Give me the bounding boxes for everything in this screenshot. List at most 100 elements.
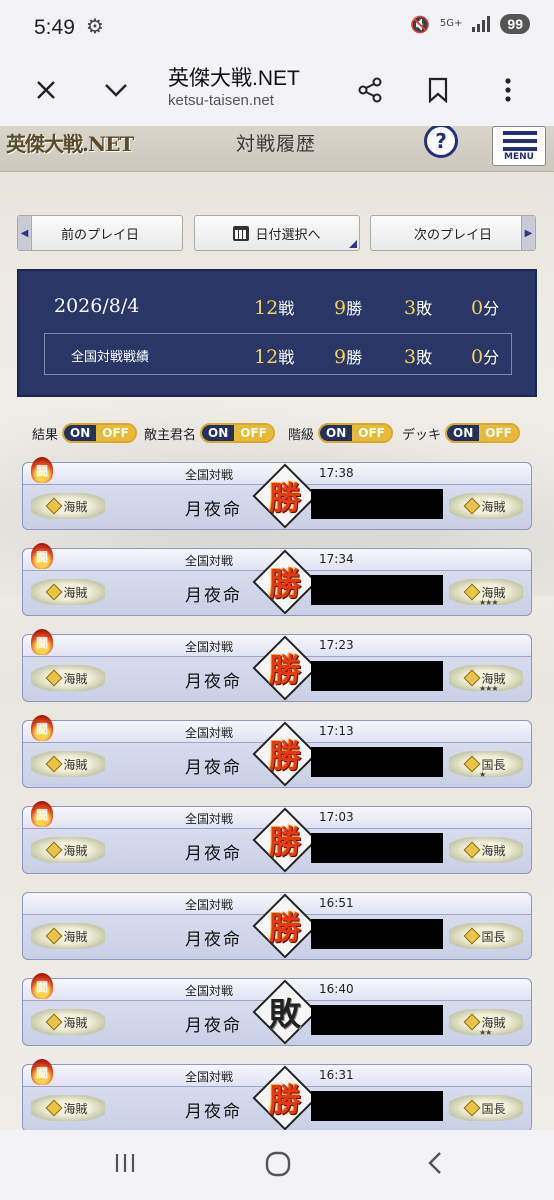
rank-icon — [463, 841, 481, 859]
rank-stars: ★★ — [479, 1028, 492, 1037]
opponent-name-redacted — [311, 919, 443, 949]
match-result: 勝 — [268, 737, 301, 775]
match-card[interactable]: 闘 全国対戦 17:34 海賊 月夜命 勝 海賊 ★★★ — [22, 543, 532, 616]
result-switch[interactable]: ON OFF — [62, 423, 137, 443]
rank-icon — [45, 841, 63, 859]
match-mode: 全国対戦 — [185, 984, 234, 998]
battle-flame-icon: 闘 — [31, 801, 53, 827]
national-record-label: 全国対戦戦績 — [71, 350, 150, 365]
opponent-rank-badge: 国長 ★ — [449, 751, 523, 779]
enemy-lord-switch[interactable]: ON OFF — [200, 423, 275, 443]
player-name: 月夜命 — [185, 1016, 242, 1036]
match-result: 勝 — [268, 1081, 301, 1119]
more-options-icon[interactable] — [488, 70, 528, 110]
my-rank-badge: 海賊 — [31, 579, 105, 605]
opponent-name-redacted — [311, 489, 443, 519]
site-header: 英傑大戦.NET 対戦履歴 ? MENU — [0, 126, 554, 172]
opponent-name-redacted — [311, 747, 443, 777]
opponent-name-redacted — [311, 833, 443, 863]
win-emblem: 勝 — [252, 463, 318, 529]
match-result: 敗 — [268, 995, 301, 1033]
national-losses: 3敗 — [404, 346, 433, 368]
match-card[interactable]: 闘 全国対戦 16:40 海賊 月夜命 敗 海賊 ★★ — [22, 973, 532, 1046]
close-icon[interactable] — [26, 70, 66, 110]
daily-summary-row: 2026/8/4 12戦 9勝 3敗 0分 — [44, 289, 514, 327]
share-icon[interactable] — [350, 70, 390, 110]
match-result: 勝 — [268, 565, 301, 603]
toggle-enemy-lord[interactable]: 敵主君名 ON OFF — [144, 423, 275, 443]
rank-stars: ★★★ — [479, 684, 498, 693]
settings-gear-icon: ⚙ — [86, 14, 104, 38]
chevron-left-icon: ◀ — [18, 216, 32, 250]
daily-wins: 9勝 — [334, 297, 363, 319]
opponent-rank-badge: 国長 — [449, 923, 523, 949]
back-icon[interactable] — [424, 1150, 446, 1180]
win-emblem: 勝 — [252, 635, 318, 701]
rank-icon — [45, 1013, 63, 1031]
match-time: 17:03 — [319, 810, 354, 824]
chevron-down-icon[interactable] — [96, 70, 136, 110]
rank-icon — [45, 755, 63, 773]
opponent-rank-badge: 海賊 ★★ — [449, 1009, 523, 1037]
toggle-deck[interactable]: デッキ ON OFF — [402, 423, 520, 443]
home-icon[interactable] — [264, 1150, 292, 1182]
match-card[interactable]: 闘 全国対戦 17:03 海賊 月夜命 勝 海賊 — [22, 801, 532, 874]
help-button[interactable]: ? — [424, 126, 458, 158]
win-emblem: 勝 — [252, 807, 318, 873]
match-time: 17:38 — [319, 466, 354, 480]
rank-icon — [45, 497, 63, 515]
match-time: 17:34 — [319, 552, 354, 566]
rank-icon — [45, 1099, 63, 1117]
chevron-right-icon: ▶ — [521, 216, 535, 250]
match-time: 16:51 — [319, 896, 354, 910]
national-draws: 0分 — [471, 346, 500, 368]
site-logo[interactable]: 英傑大戦.NET — [6, 128, 134, 157]
rank-icon — [463, 497, 481, 515]
toggle-rank[interactable]: 階級 ON OFF — [288, 423, 393, 443]
opponent-rank-badge: 国長 — [449, 1095, 523, 1121]
match-card[interactable]: 闘 全国対戦 17:13 海賊 月夜命 勝 国長 ★ — [22, 715, 532, 788]
opponent-rank-badge: 海賊 ★★★ — [449, 665, 523, 693]
match-result: 勝 — [268, 909, 301, 947]
opponent-rank-badge: 海賊 — [449, 493, 523, 519]
match-card[interactable]: 闘 全国対戦 17:23 海賊 月夜命 勝 海賊 ★★★ — [22, 629, 532, 702]
browser-url[interactable]: ketsu-taisen.net — [168, 92, 274, 109]
battle-flame-icon: 闘 — [31, 1059, 53, 1085]
match-card[interactable]: 闘 全国対戦 17:38 海賊 月夜命 勝 海賊 — [22, 457, 532, 530]
player-name: 月夜命 — [185, 672, 242, 692]
date-select-label: 日付選択へ — [255, 227, 321, 243]
next-play-day-button[interactable]: 次のプレイ日 ▶ — [370, 215, 536, 251]
match-mode: 全国対戦 — [185, 898, 234, 912]
menu-button[interactable]: MENU — [492, 126, 546, 166]
next-play-day-label: 次のプレイ日 — [413, 227, 492, 243]
hamburger-icon — [503, 131, 537, 135]
rank-stars: ★★★ — [479, 598, 498, 607]
status-time: 5:49 — [34, 16, 75, 39]
toggle-result[interactable]: 結果 ON OFF — [32, 423, 137, 443]
signal-icon — [472, 16, 491, 32]
battle-flame-icon: 闘 — [31, 715, 53, 741]
deck-switch[interactable]: ON OFF — [445, 423, 520, 443]
player-name: 月夜命 — [185, 500, 242, 520]
win-emblem: 勝 — [252, 1065, 318, 1130]
win-emblem: 勝 — [252, 721, 318, 787]
player-name: 月夜命 — [185, 930, 242, 950]
prev-play-day-button[interactable]: ◀ 前のプレイ日 — [17, 215, 183, 251]
player-name: 月夜命 — [185, 1102, 242, 1122]
my-rank-badge: 海賊 — [31, 1009, 105, 1035]
player-name: 月夜命 — [185, 844, 242, 864]
match-result: 勝 — [268, 823, 301, 861]
summary-date: 2026/8/4 — [54, 295, 140, 317]
rank-icon — [463, 927, 481, 945]
date-select-button[interactable]: 日付選択へ — [194, 215, 360, 251]
battle-flame-icon: 闘 — [31, 543, 53, 569]
rank-switch[interactable]: ON OFF — [318, 423, 393, 443]
match-mode: 全国対戦 — [185, 1070, 234, 1084]
bookmark-icon[interactable] — [418, 70, 458, 110]
recent-apps-icon[interactable] — [112, 1150, 138, 1180]
page-title: 対戦履歴 — [236, 133, 317, 155]
match-card[interactable]: 闘 全国対戦 16:31 海賊 月夜命 勝 国長 — [22, 1059, 532, 1130]
daily-draws: 0分 — [471, 297, 500, 319]
match-card[interactable]: 全国対戦 16:51 海賊 月夜命 勝 国長 — [22, 892, 532, 960]
rank-icon — [45, 669, 63, 687]
